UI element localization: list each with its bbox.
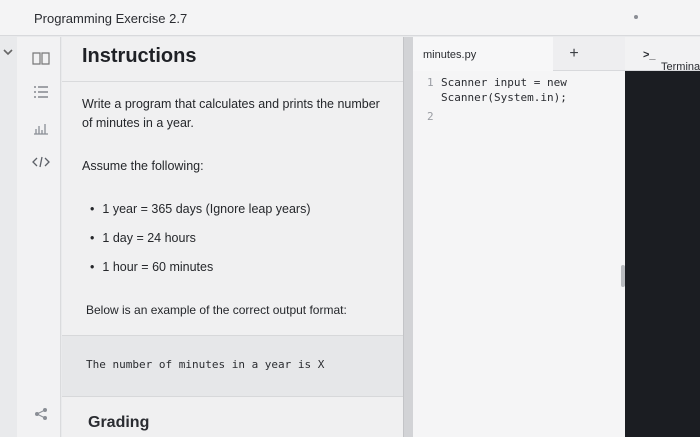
editor-tab-bar: minutes.py + [413, 37, 625, 71]
tab-terminal[interactable]: >_ Terminal [625, 37, 700, 73]
terminal-icon: >_ [643, 49, 656, 61]
line-number: 1 [427, 76, 434, 89]
book-icon[interactable] [31, 49, 51, 67]
list-icon[interactable] [31, 83, 51, 101]
assumptions-intro: Assume the following: [82, 159, 204, 173]
share-icon[interactable] [31, 405, 51, 423]
add-file-button[interactable]: + [563, 43, 585, 65]
output-format-intro: Below is an example of the correct outpu… [86, 303, 347, 317]
window-title: Programming Exercise 2.7 [34, 11, 188, 26]
list-item: 1 hour = 60 minutes [90, 257, 311, 286]
side-rail [17, 37, 61, 437]
assumptions-list: 1 year = 365 days (Ignore leap years) 1 … [90, 199, 311, 286]
task-description: Write a program that calculates and prin… [82, 97, 380, 130]
heading-divider [62, 81, 403, 82]
list-item: 1 day = 24 hours [90, 228, 311, 257]
terminal-tab-label: Terminal [661, 61, 700, 73]
panel-splitter[interactable] [403, 37, 413, 437]
chart-icon[interactable] [31, 119, 51, 137]
list-item: 1 year = 365 days (Ignore leap years) [90, 199, 310, 228]
code-text[interactable]: Scanner input = new Scanner(System.in); [441, 75, 567, 105]
instructions-panel: Instructions Write a program that calcul… [62, 37, 403, 437]
line-number-gutter: 1 2 [413, 71, 441, 437]
terminal-tab-text: >_ Terminal [643, 49, 700, 73]
code-editor: minutes.py + 1 2 Scanner input = new Sca… [413, 37, 625, 437]
example-output-text: The number of minutes in a year is X [86, 358, 325, 371]
tab-label: minutes.py [423, 49, 477, 61]
title-bar: Programming Exercise 2.7 [0, 0, 700, 36]
chevron-down-icon[interactable] [2, 46, 16, 60]
tab-minutes-py[interactable]: minutes.py [413, 37, 553, 71]
status-dot [634, 15, 638, 19]
instructions-heading: Instructions [82, 45, 197, 67]
line-number: 2 [427, 110, 434, 123]
terminal-panel: >_ Terminal [625, 37, 700, 437]
example-output-block: The number of minutes in a year is X [62, 335, 403, 397]
code-icon[interactable] [31, 153, 51, 171]
grading-heading: Grading [88, 414, 150, 431]
